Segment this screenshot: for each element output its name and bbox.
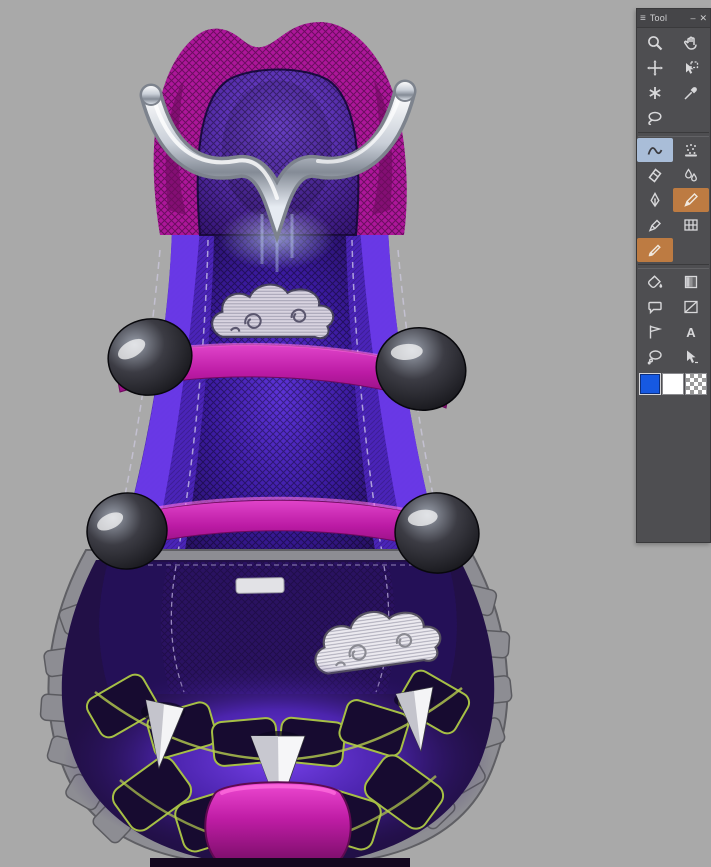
tool-polyline[interactable] bbox=[637, 320, 673, 344]
decoration-icon bbox=[685, 144, 697, 157]
tool-lasso[interactable] bbox=[637, 106, 673, 130]
drawing-canvas[interactable] bbox=[0, 0, 711, 867]
tool-marker[interactable] bbox=[637, 213, 673, 237]
color-swatches bbox=[637, 371, 710, 395]
tool-grid[interactable] bbox=[673, 213, 709, 237]
zoom-icon bbox=[648, 36, 663, 51]
eraser-icon bbox=[648, 168, 662, 183]
panel-close-button[interactable]: ✕ bbox=[699, 13, 707, 23]
transparent-color-swatch[interactable] bbox=[685, 373, 707, 395]
tool-pen[interactable] bbox=[637, 188, 673, 212]
primary-color-swatch[interactable] bbox=[639, 373, 661, 395]
thought-balloon-icon bbox=[647, 350, 662, 365]
tool-object-select[interactable] bbox=[673, 56, 709, 80]
tool-blend-star[interactable] bbox=[637, 81, 673, 105]
tool-fill-bucket[interactable] bbox=[637, 270, 673, 294]
tool-select-arrow[interactable] bbox=[673, 345, 709, 369]
lasso-icon bbox=[648, 111, 662, 126]
tool-decoration[interactable] bbox=[673, 138, 709, 162]
tool-panel: ≡ Tool – ✕ A bbox=[636, 8, 711, 543]
move-icon bbox=[647, 60, 663, 76]
fill-bucket-icon bbox=[648, 275, 663, 288]
sneaker-artwork bbox=[39, 22, 513, 867]
tool-zoom[interactable] bbox=[637, 31, 673, 55]
tool-frame-border[interactable] bbox=[673, 295, 709, 319]
empty-cell bbox=[673, 106, 709, 130]
gradient-icon bbox=[684, 275, 698, 289]
polyline-icon bbox=[649, 325, 663, 339]
tool-move[interactable] bbox=[637, 56, 673, 80]
balloon-icon bbox=[648, 301, 662, 315]
tool-thought-balloon[interactable] bbox=[637, 345, 673, 369]
pen-icon bbox=[650, 192, 660, 208]
empty-cell bbox=[673, 238, 709, 262]
tool-eraser[interactable] bbox=[637, 163, 673, 187]
tool-gradient[interactable] bbox=[673, 270, 709, 294]
tool-text[interactable]: A bbox=[673, 320, 709, 344]
pencil-icon bbox=[684, 193, 698, 207]
secondary-color-swatch[interactable] bbox=[662, 373, 684, 395]
tool-pencil[interactable] bbox=[673, 188, 709, 212]
hand-icon bbox=[683, 36, 697, 50]
tool-eyedropper[interactable] bbox=[673, 81, 709, 105]
tool-panel-titlebar[interactable]: ≡ Tool – ✕ bbox=[637, 9, 710, 28]
brush-pen-icon bbox=[648, 244, 661, 257]
frame-border-icon bbox=[684, 300, 698, 314]
tool-group-divider bbox=[638, 264, 709, 269]
tool-group-divider bbox=[638, 132, 709, 137]
figure-icon bbox=[647, 147, 663, 155]
grid-icon bbox=[684, 219, 698, 231]
tool-hand[interactable] bbox=[673, 31, 709, 55]
tool-grid: A bbox=[637, 28, 710, 370]
panel-title: Tool bbox=[649, 13, 668, 23]
tool-balloon[interactable] bbox=[637, 295, 673, 319]
text-tool-icon: A bbox=[686, 324, 696, 340]
tool-blend-drops[interactable] bbox=[673, 163, 709, 187]
panel-menu-icon[interactable]: ≡ bbox=[640, 13, 646, 24]
eyedropper-icon bbox=[684, 87, 697, 100]
marker-icon bbox=[648, 219, 661, 232]
blend-drops-icon bbox=[685, 168, 697, 182]
panel-minimize-button[interactable]: – bbox=[690, 13, 695, 23]
tool-brush-pen[interactable] bbox=[637, 238, 673, 262]
tool-figure[interactable] bbox=[637, 138, 673, 162]
object-select-icon bbox=[686, 61, 699, 74]
blend-star-icon bbox=[649, 87, 661, 99]
select-arrow-icon bbox=[687, 350, 698, 364]
